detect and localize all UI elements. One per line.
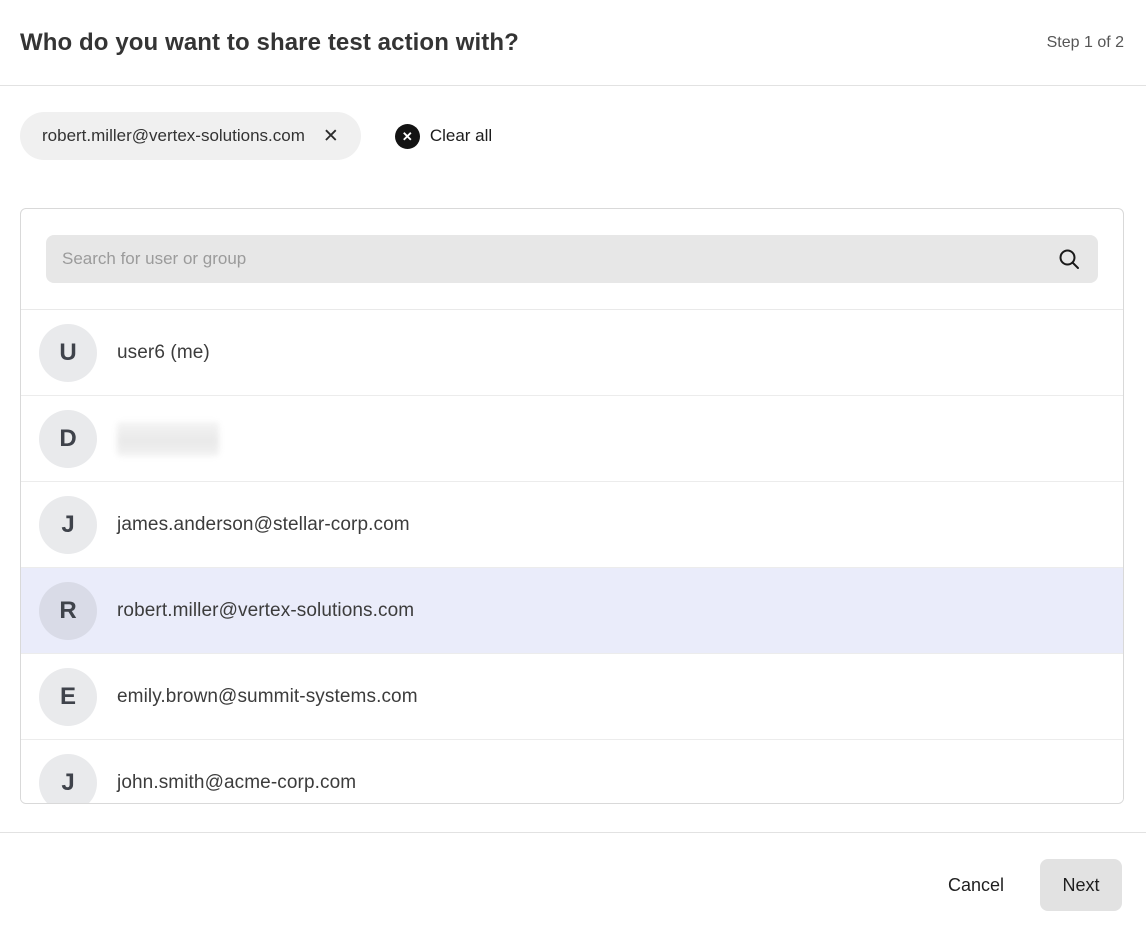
avatar: J <box>39 496 97 554</box>
user-row[interactable]: J james.anderson@stellar-corp.com <box>21 482 1123 568</box>
avatar: R <box>39 582 97 640</box>
avatar: D <box>39 410 97 468</box>
user-row[interactable]: E emily.brown@summit-systems.com <box>21 654 1123 740</box>
user-row[interactable]: R robert.miller@vertex-solutions.com <box>21 568 1123 654</box>
selected-recipients-row: robert.miller@vertex-solutions.com ✕ ✕ C… <box>20 112 1126 160</box>
chip-remove-icon[interactable]: ✕ <box>321 125 341 148</box>
user-label: user6 (me) <box>117 342 210 364</box>
avatar: E <box>39 668 97 726</box>
avatar: J <box>39 754 97 805</box>
recipient-chip: robert.miller@vertex-solutions.com ✕ <box>20 112 361 160</box>
clear-all-icon: ✕ <box>395 124 420 149</box>
next-button[interactable]: Next <box>1040 859 1122 911</box>
user-row[interactable]: U user6 (me) <box>21 310 1123 396</box>
user-row[interactable]: J john.smith@acme-corp.com <box>21 740 1123 804</box>
dialog-header: Who do you want to share test action wit… <box>0 0 1146 86</box>
user-picker-panel: U user6 (me) D J james.anderson@stellar-… <box>20 208 1124 804</box>
search-area <box>21 209 1123 310</box>
search-input[interactable] <box>46 235 1098 283</box>
step-indicator: Step 1 of 2 <box>1047 34 1124 52</box>
recipient-chip-label: robert.miller@vertex-solutions.com <box>42 126 305 146</box>
user-list: U user6 (me) D J james.anderson@stellar-… <box>21 310 1123 804</box>
clear-all-label: Clear all <box>430 126 492 146</box>
user-row[interactable]: D <box>21 396 1123 482</box>
user-label: robert.miller@vertex-solutions.com <box>117 600 414 622</box>
avatar: U <box>39 324 97 382</box>
dialog-footer: Cancel Next <box>0 832 1146 911</box>
clear-all-button[interactable]: ✕ Clear all <box>395 124 492 149</box>
cancel-button[interactable]: Cancel <box>944 869 1008 902</box>
user-label <box>117 422 219 456</box>
user-label: james.anderson@stellar-corp.com <box>117 514 410 536</box>
page-title: Who do you want to share test action wit… <box>20 29 519 57</box>
user-label: john.smith@acme-corp.com <box>117 772 356 794</box>
user-label: emily.brown@summit-systems.com <box>117 686 418 708</box>
